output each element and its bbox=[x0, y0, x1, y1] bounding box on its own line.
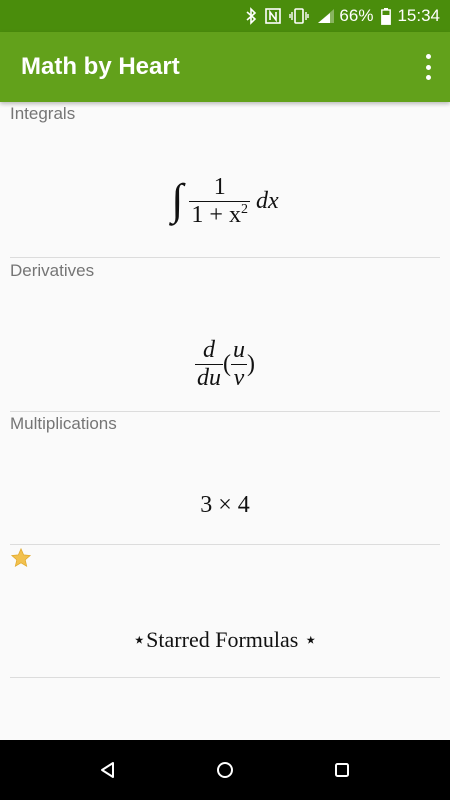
star-icon bbox=[10, 547, 32, 574]
integral-exponent: 2 bbox=[240, 202, 248, 217]
multiplication-formula: 3 × 4 bbox=[200, 492, 250, 518]
app-bar: Math by Heart bbox=[0, 32, 450, 102]
integral-dx: dx bbox=[255, 188, 279, 214]
integral-denominator-text: 1 + x bbox=[191, 202, 241, 228]
divider bbox=[10, 257, 440, 258]
section-header-derivatives: Derivatives bbox=[10, 261, 95, 280]
integral-formula: ∫ 1 1 + x2 dx bbox=[0, 174, 450, 229]
divider bbox=[10, 677, 440, 678]
navigation-bar bbox=[0, 740, 450, 800]
section-integrals[interactable]: Integrals ∫ 1 1 + x2 dx bbox=[0, 102, 450, 259]
derivative-operator: d du bbox=[195, 337, 223, 392]
integral-sign: ∫ bbox=[171, 175, 184, 224]
battery-percent: 66% bbox=[339, 6, 374, 25]
derivative-formula: d du ( u v ) bbox=[0, 337, 450, 392]
vibrate-icon bbox=[289, 8, 310, 24]
section-header-multiplications: Multiplications bbox=[10, 414, 117, 433]
status-time: 15:34 bbox=[397, 6, 440, 25]
section-header-integrals: Integrals bbox=[10, 104, 76, 123]
section-derivatives[interactable]: Derivatives d du ( u v ) bbox=[0, 259, 450, 412]
status-bar: 66% 15:34 bbox=[0, 0, 450, 32]
derivative-d: d bbox=[203, 337, 215, 363]
derivative-u: u bbox=[233, 337, 245, 363]
formula-list: Integrals ∫ 1 1 + x2 dx Derivatives d du… bbox=[0, 102, 450, 740]
battery-icon bbox=[381, 7, 392, 25]
integral-numerator: 1 bbox=[213, 174, 226, 200]
starred-formulas-text: ⋆Starred Formulas ⋆ bbox=[132, 627, 318, 652]
back-icon[interactable] bbox=[96, 758, 120, 782]
open-paren: ( bbox=[223, 351, 231, 377]
derivative-du: du bbox=[195, 364, 223, 391]
derivative-fraction: u v bbox=[231, 337, 247, 392]
derivative-v: v bbox=[231, 364, 247, 392]
bluetooth-icon bbox=[245, 7, 257, 25]
recents-icon[interactable] bbox=[330, 758, 354, 782]
close-paren: ) bbox=[247, 351, 255, 377]
integral-fraction: 1 1 + x2 bbox=[189, 174, 250, 229]
overflow-menu-icon[interactable] bbox=[420, 54, 436, 80]
home-icon[interactable] bbox=[213, 758, 237, 782]
integral-denominator: 1 + x2 bbox=[189, 201, 250, 229]
section-multiplications[interactable]: Multiplications 3 × 4 bbox=[0, 412, 450, 545]
section-starred[interactable]: ⋆Starred Formulas ⋆ bbox=[0, 545, 450, 679]
app-title: Math by Heart bbox=[21, 53, 180, 80]
signal-icon bbox=[317, 8, 335, 24]
nfc-icon bbox=[265, 8, 282, 24]
